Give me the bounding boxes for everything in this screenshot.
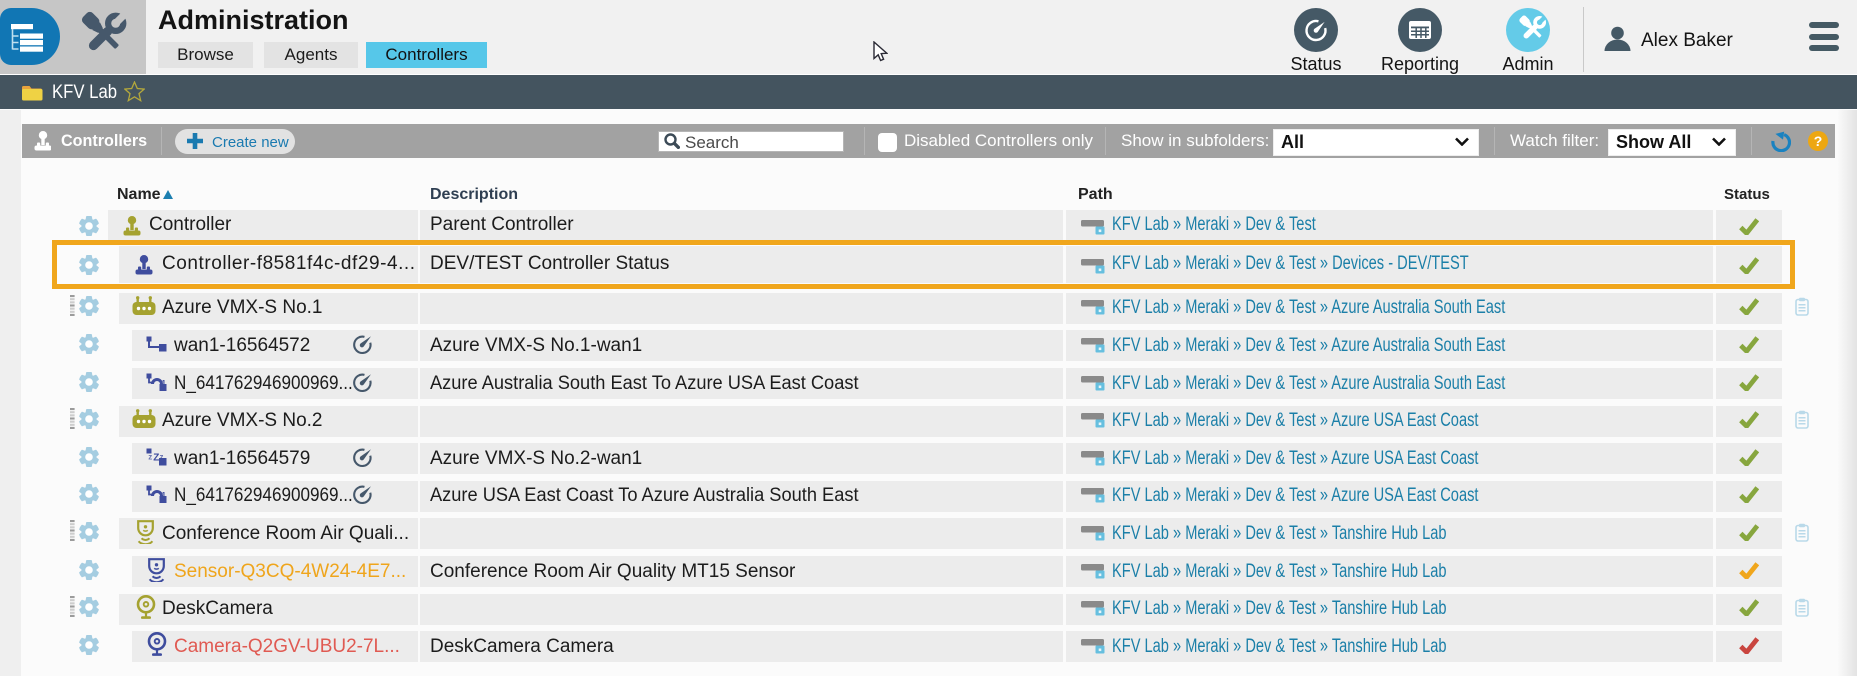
svg-text:Z: Z bbox=[153, 452, 159, 463]
svg-text:z: z bbox=[148, 452, 152, 461]
